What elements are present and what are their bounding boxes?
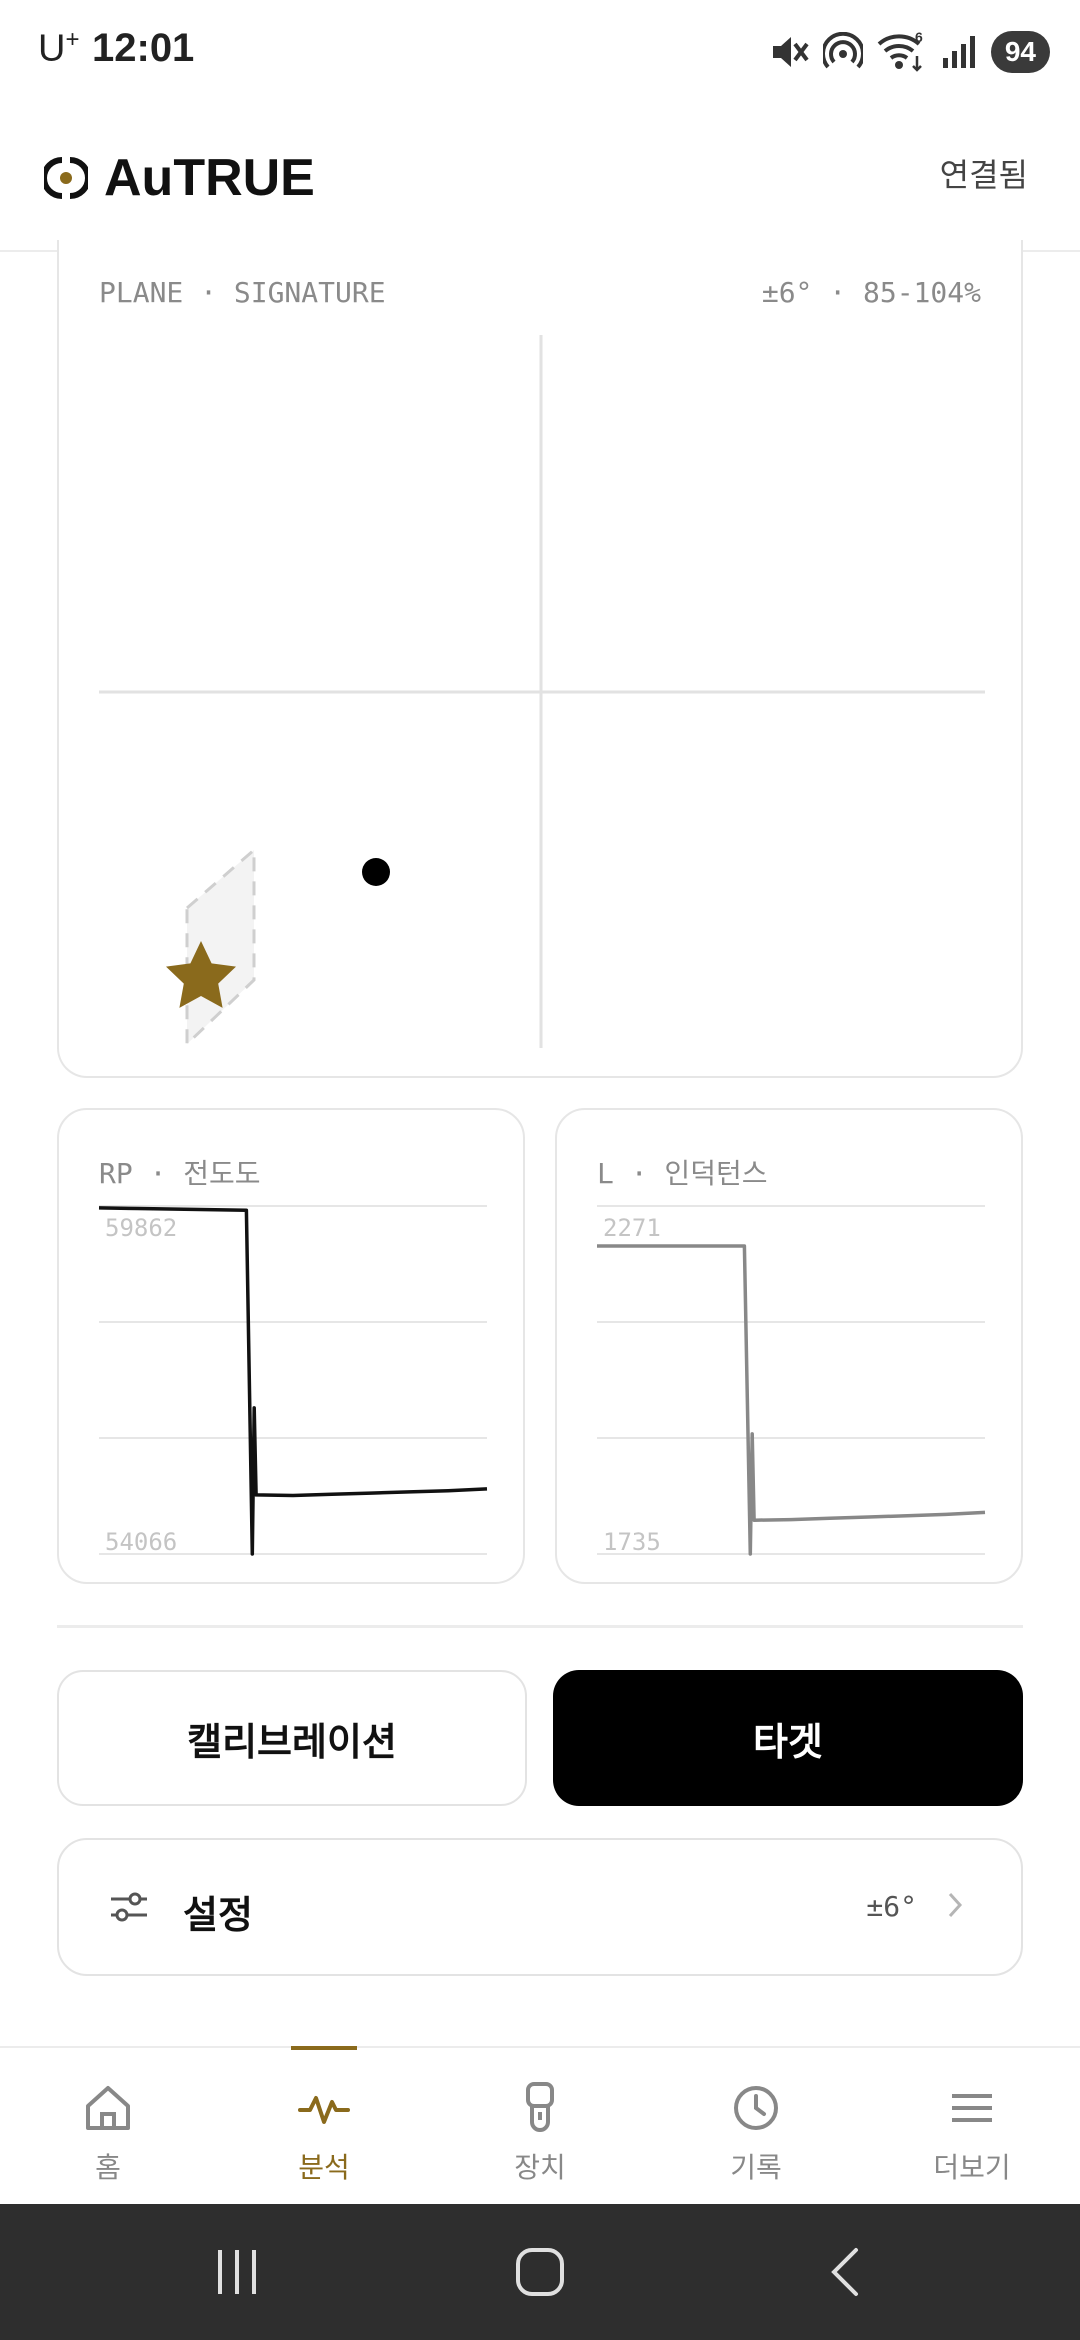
- recent-apps-icon[interactable]: [212, 2242, 262, 2302]
- l-chart-title: L · 인덕턴스: [597, 1157, 768, 1190]
- calibration-button[interactable]: 캘리브레이션: [57, 1670, 527, 1806]
- sliders-icon: [111, 1892, 147, 1922]
- home-button-icon[interactable]: [510, 2242, 570, 2302]
- current-reading-dot: [362, 858, 390, 886]
- connection-status[interactable]: 연결됨: [940, 150, 1028, 196]
- app-name: AuTRUE: [104, 149, 315, 207]
- target-zone: [185, 846, 256, 1048]
- y-max-label: 59862: [105, 1214, 177, 1242]
- target-button[interactable]: 타겟: [553, 1670, 1023, 1806]
- bottom-nav: 홈 분석 장치 기록 더보기: [0, 2046, 1080, 2204]
- nav-label: 기록: [730, 2151, 782, 2184]
- plane-title: PLANE · SIGNATURE: [99, 276, 386, 309]
- nav-item-analysis[interactable]: 분석: [216, 2046, 432, 2206]
- app-logo: AuTRUE: [44, 148, 315, 208]
- nav-label: 더보기: [933, 2151, 1011, 2184]
- status-bar: U+ 12:01 6 94: [0, 0, 1080, 100]
- hotspot-icon: [822, 32, 863, 69]
- menu-icon: [952, 2094, 992, 2122]
- plane-signature-card: PLANE · SIGNATURE ±6° · 85-104%: [57, 240, 1023, 1078]
- y-max-label: 2271: [603, 1214, 661, 1242]
- chevron-right-icon: [948, 1892, 963, 1918]
- nav-item-home[interactable]: 홈: [0, 2048, 216, 2206]
- system-nav-bar: [0, 2204, 1080, 2340]
- section-divider: [57, 1625, 1023, 1628]
- rp-chart-card: 59862 54066 RP · 전도도: [57, 1108, 525, 1584]
- l-series-line: [597, 1244, 986, 1556]
- plane-plot: [99, 335, 985, 1048]
- nav-label: 홈: [95, 2151, 121, 2184]
- settings-label: 설정: [183, 1893, 253, 1937]
- rp-series-line: [98, 1206, 488, 1556]
- settings-value: ±6°: [866, 1890, 917, 1923]
- clock: 12:01: [92, 26, 195, 70]
- home-icon: [86, 2086, 130, 2130]
- carrier-label: U+: [38, 26, 80, 70]
- nav-item-history[interactable]: 기록: [648, 2048, 864, 2206]
- back-icon[interactable]: [822, 2242, 872, 2302]
- clock-icon: [734, 2086, 778, 2130]
- pulse-icon: [298, 2096, 350, 2124]
- mute-icon: [772, 37, 809, 67]
- l-chart-card: 2271 1735 L · 인덕턴스: [555, 1108, 1023, 1584]
- y-min-label: 1735: [603, 1528, 661, 1556]
- settings-row[interactable]: 설정 ±6°: [57, 1838, 1023, 1976]
- active-tab-indicator: [291, 2046, 357, 2050]
- app-header: AuTRUE 연결됨: [0, 100, 1080, 252]
- y-min-label: 54066: [105, 1528, 177, 1556]
- svg-text:6: 6: [915, 30, 923, 45]
- nav-item-device[interactable]: 장치: [432, 2048, 648, 2206]
- device-icon: [526, 2082, 554, 2132]
- nav-label: 장치: [514, 2151, 566, 2184]
- logo-icon: [44, 157, 88, 199]
- signal-icon: [942, 36, 975, 68]
- rp-chart-title: RP · 전도도: [99, 1157, 261, 1190]
- nav-item-more[interactable]: 더보기: [864, 2048, 1080, 2206]
- nav-label: 분석: [298, 2151, 350, 2184]
- status-icons: 6 94: [769, 30, 1050, 74]
- battery-indicator: 94: [990, 31, 1050, 73]
- plane-range: ±6° · 85-104%: [761, 276, 981, 309]
- wifi-icon: 6: [877, 30, 923, 72]
